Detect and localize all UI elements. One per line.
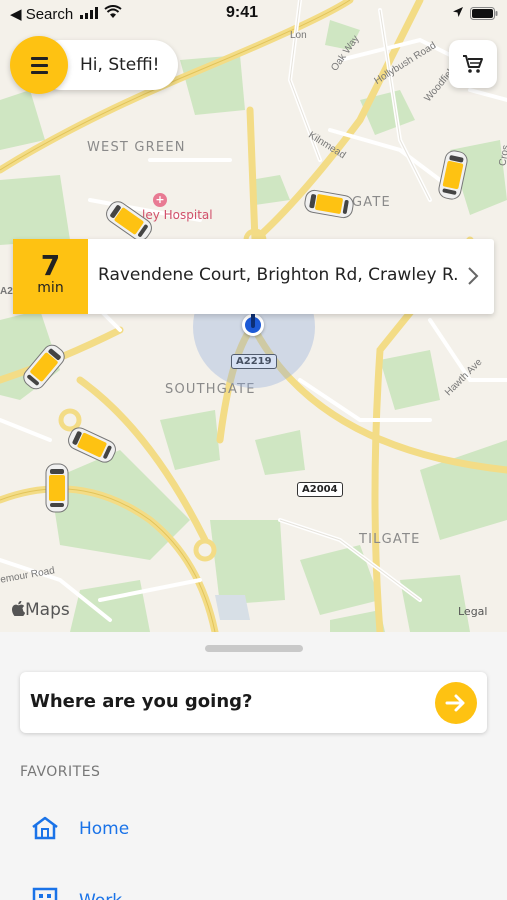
status-bar: ◀ Search 9:41 <box>0 0 507 28</box>
apple-maps-logo: Maps <box>11 600 70 620</box>
area-gate-partial: GATE <box>352 195 391 210</box>
favorites-heading: FAVORITES <box>20 764 101 780</box>
favorite-work-label: Work <box>79 891 122 900</box>
favorite-home-label: Home <box>79 819 130 839</box>
app-screen: WEST GREEN SOUTHGATE TILGATE GATE + ley … <box>0 0 507 900</box>
eta-badge: 7 min <box>13 239 88 314</box>
greeting-text: Hi, Steffi! <box>80 55 160 75</box>
cellular-signal-icon <box>80 7 98 19</box>
chevron-right-icon <box>468 267 479 285</box>
bottom-sheet: Where are you going? FAVORITES Home Work <box>0 632 507 900</box>
road-lon: Lon <box>290 30 307 41</box>
home-icon <box>32 816 58 840</box>
cart-icon <box>463 55 483 73</box>
battery-icon <box>470 7 498 20</box>
cart-button[interactable] <box>449 40 497 88</box>
apple-logo-icon <box>11 600 26 618</box>
sheet-drag-handle[interactable] <box>205 645 303 652</box>
pickup-eta-card[interactable]: 7 min Ravendene Court, Brighton Rd, Craw… <box>13 239 494 314</box>
hamburger-icon <box>31 64 48 67</box>
area-tilgate: TILGATE <box>359 532 421 547</box>
greeting-header: Hi, Steffi! <box>10 36 178 94</box>
map-view[interactable]: WEST GREEN SOUTHGATE TILGATE GATE + ley … <box>0 0 507 632</box>
menu-button[interactable] <box>10 36 68 94</box>
pickup-address: Ravendene Court, Brighton Rd, Crawley R.… <box>98 265 458 285</box>
destination-search[interactable]: Where are you going? <box>20 672 487 733</box>
destination-input[interactable]: Where are you going? <box>30 691 252 712</box>
road-a22: A2 <box>0 286 13 297</box>
shield-a2004: A2004 <box>297 482 343 497</box>
maps-logo-text: Maps <box>25 600 70 620</box>
hospital-icon: + <box>153 193 167 207</box>
hospital-label: ley Hospital <box>142 208 213 222</box>
go-button[interactable] <box>435 682 477 724</box>
location-arrow-icon <box>453 7 463 17</box>
work-icon <box>32 887 58 900</box>
area-west-green: WEST GREEN <box>87 140 186 155</box>
back-to-search-link[interactable]: ◀ Search <box>10 5 73 23</box>
arrow-right-icon <box>445 694 465 712</box>
wifi-icon <box>104 5 122 18</box>
legal-link[interactable]: Legal <box>458 605 487 618</box>
taxi-icon <box>45 463 69 513</box>
hamburger-icon <box>31 57 48 60</box>
clock: 9:41 <box>226 4 259 21</box>
eta-unit: min <box>37 280 64 296</box>
eta-minutes: 7 <box>40 249 61 282</box>
hamburger-icon <box>31 71 48 74</box>
